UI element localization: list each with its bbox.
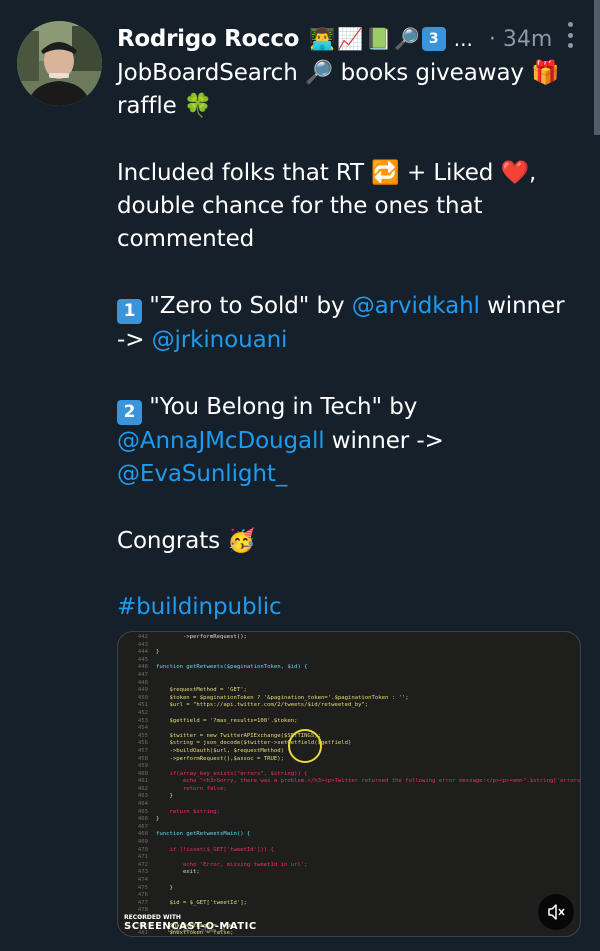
code-line: 476 [137,892,148,899]
code-line: 450 $token = $paginationToken ? '&pagina… [137,694,409,701]
text-line: @EvaSunlight_ [117,458,577,491]
mute-button[interactable] [538,894,574,930]
code-line: 451 $url = "https://api.twitter.com/2/tw… [137,702,369,709]
text-line: 1 "Zero to Sold" by @arvidkahl winner [117,290,577,325]
video-media[interactable]: 442 ->performRequest(); 443 444} 445 446 func… [117,631,581,937]
timestamp[interactable]: · 34m [489,27,552,52]
code-line: 466} [137,816,160,823]
scrollbar[interactable] [594,0,600,135]
code-line: 446 function getRetweets($paginationToken… [137,664,308,671]
text-line: raffle 🍀 [117,93,213,120]
code-line: 449 $requestMethod = 'GET'; [137,687,247,694]
screencast-watermark: RECORDED WITH SCREENCAST-O-MATIC [124,914,257,932]
code-line: 452 [137,709,148,716]
chart-emoji: 📈 [337,26,364,51]
mouse-cursor-highlight [288,729,322,763]
code-line: 453 $getfield = '?max_results=100'.$toke… [137,717,298,724]
code-line: 467 [137,823,148,830]
author-name[interactable]: Rodrigo Rocco [117,26,299,52]
code-line: 444} [137,649,160,656]
keycap-two-emoji: 2 [117,399,142,425]
code-line: 472 echo 'Error, missing tweetId in url'… [137,861,308,868]
text-line: commented [117,226,255,253]
text-line: 2 "You Belong in Tech" by [117,391,577,425]
code-line: 458 ->performRequest(),$assoc = TRUE); [137,755,284,762]
code-line: 465 return $string; [137,808,220,815]
keycap-three-emoji: 3 [421,26,446,51]
tweet-text: JobBoardSearch 🔎 books giveaway 🎁 raffle… [117,57,577,625]
code-line: 471 [137,854,148,861]
code-line: 455 $twitter = new TwitterAPIExchange($S… [137,732,322,739]
keycap-one-emoji: 1 [117,299,142,325]
book-emoji: 📗 [365,26,392,51]
code-line: 442 ->performRequest(); [137,634,247,640]
avatar-photo [17,21,102,106]
code-line: 460 if(array_key_exists("errors", $strin… [137,770,308,777]
code-line: 468 function getRetweetsMain() { [137,831,251,838]
mention-link[interactable]: @AnnaJMcDougall [117,428,325,454]
code-line: 475 } [137,884,173,891]
code-line: 456 $string = json_decode($twitter->setG… [137,740,352,747]
more-options-icon[interactable] [566,22,574,48]
code-editor-screenshot: 442 ->performRequest(); 443 444} 445 446 func… [118,632,580,936]
name-ellipsis: ... [453,27,473,51]
code-line: 462 return false; [137,785,227,792]
text-line: Included folks that RT 🔁 + Liked ❤️, [117,159,537,186]
code-line: 463 } [137,793,173,800]
text-line: JobBoardSearch 🔎 books giveaway 🎁 [117,60,560,86]
mention-link[interactable]: @EvaSunlight_ [117,461,287,487]
mention-link[interactable]: @jrkinouani [152,327,288,353]
magnifier-emoji: 🔎 [393,26,420,51]
code-line: 454 [137,725,148,732]
avatar[interactable] [17,21,102,106]
code-line: 443 [137,641,148,648]
code-line: 477 $id = $_GET['tweetId']; [137,899,247,906]
code-line: 457 ->buildOauth($url, $requestMethod) [137,747,284,754]
text-line: double chance for the ones that [117,193,483,220]
hashtag-link[interactable]: #buildinpublic [117,591,577,624]
code-line: 469 [137,839,148,846]
code-line: 448 [137,679,148,686]
author-emojis: 👨‍💻 📈 📗 🔎 3 [309,26,446,52]
code-line: 459 [137,763,148,770]
mention-link[interactable]: @arvidkahl [352,293,480,319]
text-line: Congrats 🥳 [117,527,256,554]
code-line: 470 if (!isset($_GET['tweetId'])) { [137,846,274,853]
code-line: 445 [137,656,148,663]
tweet-header: Rodrigo Rocco 👨‍💻 📈 📗 🔎 3 ... · 34m [117,22,574,56]
code-line: 473 exit; [137,869,200,876]
speaker-muted-icon [548,904,565,920]
code-line: 464 [137,801,148,808]
code-line: 461 echo "<h3>Sorry, there was a problem… [137,778,581,785]
text-line: -> @jrkinouani [117,327,288,354]
code-line: 447 [137,671,148,678]
code-line: 474 [137,877,148,883]
technologist-emoji: 👨‍💻 [309,26,336,51]
text-line: @AnnaJMcDougall winner -> [117,427,444,454]
